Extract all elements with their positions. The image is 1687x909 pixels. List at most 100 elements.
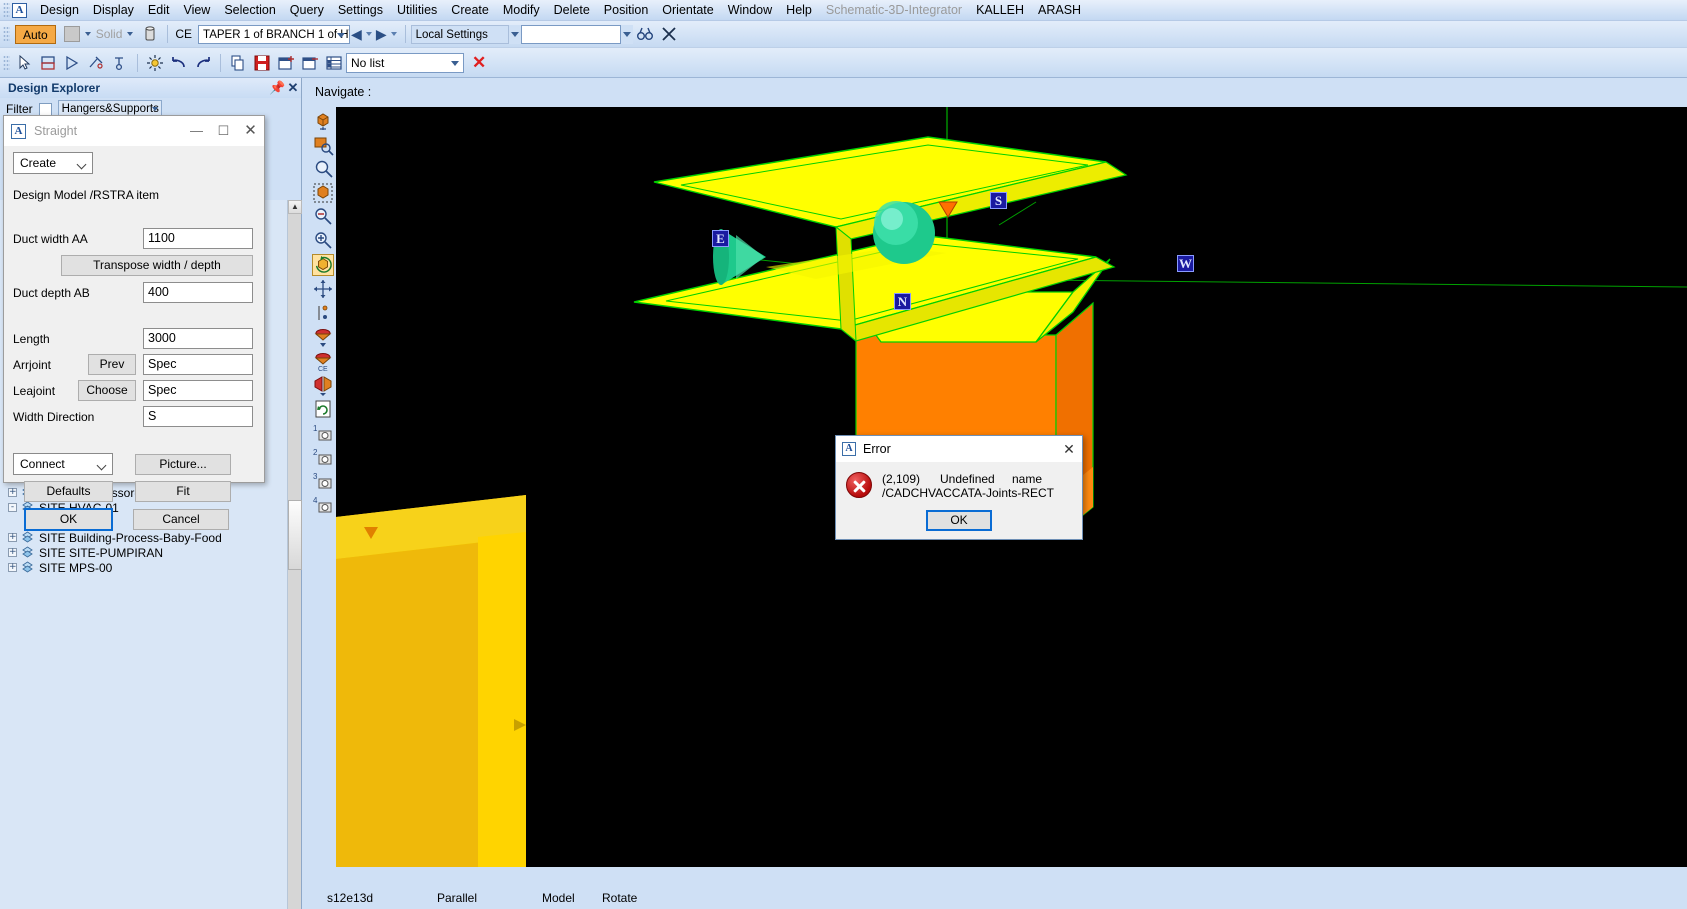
tree-item-label[interactable]: SITE Building-Process-Baby-Food (39, 531, 222, 545)
measure-icon[interactable] (111, 54, 129, 72)
menu-item-help[interactable]: Help (779, 1, 819, 19)
saved-view-2-icon[interactable]: 2 (312, 446, 334, 468)
menu-item-window[interactable]: Window (721, 1, 779, 19)
zoom-in-icon[interactable] (312, 230, 334, 252)
new-window-icon[interactable] (277, 54, 295, 72)
saved-view-4-icon[interactable]: 4 (312, 494, 334, 516)
menu-item-arash[interactable]: ARASH (1031, 1, 1088, 19)
list-grid-icon[interactable] (325, 54, 343, 72)
filter-checkbox[interactable] (38, 102, 52, 116)
auto-button[interactable]: Auto (15, 24, 56, 44)
look-towards-icon[interactable]: CE (312, 350, 334, 372)
menu-item-position[interactable]: Position (597, 1, 655, 19)
tree-item-label[interactable]: SITE MPS-00 (39, 561, 112, 575)
duct-depth-input[interactable]: 400 (143, 282, 253, 303)
menu-item-modify[interactable]: Modify (496, 1, 547, 19)
blank-combo[interactable] (520, 24, 621, 44)
color-dropdown-icon[interactable] (84, 32, 91, 36)
current-element-combo[interactable]: TAPER 1 of BRANCH 1 of HV (198, 24, 351, 44)
error-ok-button[interactable]: OK (926, 510, 992, 531)
nav-forward-dropdown-icon[interactable] (390, 32, 397, 36)
flip-view-icon[interactable] (312, 374, 334, 396)
fit-all-icon[interactable] (312, 182, 334, 204)
close-icon[interactable]: ✕ (285, 80, 301, 96)
menu-item-design[interactable]: Design (33, 1, 86, 19)
leajoint-choose-button[interactable]: Choose (78, 380, 136, 401)
settings-dropdown-button[interactable] (508, 24, 521, 44)
toolbar-grip-2[interactable] (3, 54, 10, 71)
copy-icon[interactable] (229, 54, 247, 72)
toolbar-grip-1[interactable] (3, 26, 10, 42)
width-direction-input[interactable]: S (143, 406, 253, 427)
menu-grip[interactable] (3, 2, 10, 18)
blank-dropdown-button[interactable] (620, 24, 633, 44)
leajoint-input[interactable]: Spec (143, 380, 253, 401)
close-button[interactable]: ✕ (1056, 441, 1082, 458)
menu-item-edit[interactable]: Edit (141, 1, 177, 19)
tree-row[interactable]: + SITE Building-Process-Baby-Food (0, 530, 288, 545)
menu-item-settings[interactable]: Settings (331, 1, 390, 19)
menu-item-kalleh[interactable]: KALLEH (969, 1, 1031, 19)
menu-item-view[interactable]: View (176, 1, 217, 19)
pin-icon[interactable]: 📌 (269, 80, 285, 96)
nav-back-button[interactable]: ◀ (351, 27, 362, 41)
binoculars-icon[interactable] (636, 25, 654, 43)
arrjoint-prev-button[interactable]: Prev (88, 354, 136, 375)
settings-combo[interactable]: Local Settings (410, 24, 509, 44)
nav-back-dropdown-icon[interactable] (365, 32, 372, 36)
split-view-icon[interactable] (39, 54, 57, 72)
menu-item-orientate[interactable]: Orientate (655, 1, 720, 19)
tree-expand-icon[interactable]: + (8, 563, 17, 572)
close-button[interactable]: ✕ (237, 116, 264, 146)
connect-select[interactable]: Connect (13, 453, 113, 475)
scrollbar-up-button[interactable]: ▲ (288, 200, 302, 214)
play-icon[interactable] (63, 54, 81, 72)
color-swatch-button[interactable] (63, 26, 80, 42)
defaults-button[interactable]: Defaults (24, 481, 113, 502)
tree-item-label[interactable]: SITE SITE-PUMPIRAN (39, 546, 163, 560)
pan-icon[interactable] (312, 278, 334, 300)
fit-button[interactable]: Fit (135, 481, 231, 502)
saved-view-3-icon[interactable]: 3 (312, 470, 334, 492)
straight-dialog-titlebar[interactable]: A Straight — ☐ ✕ (4, 116, 264, 146)
tree-row[interactable]: + SITE MPS-00 (0, 560, 288, 575)
tree-expand-icon[interactable]: + (8, 533, 17, 542)
picture-button[interactable]: Picture... (135, 453, 231, 475)
look-from-icon[interactable] (312, 326, 334, 348)
duct-width-input[interactable]: 1100 (143, 228, 253, 249)
minimize-button[interactable]: — (183, 116, 210, 146)
tree-expand-icon[interactable]: + (8, 548, 17, 557)
undo-icon[interactable] (170, 54, 188, 72)
close-ce-icon[interactable] (660, 25, 678, 43)
menu-item-schematic-3d-integrator[interactable]: Schematic-3D-Integrator (819, 1, 969, 19)
save-icon[interactable] (253, 54, 271, 72)
error-dialog-titlebar[interactable]: A Error ✕ (836, 436, 1082, 462)
zoom-out-icon[interactable] (312, 206, 334, 228)
pointer-icon[interactable] (15, 54, 33, 72)
solid-dropdown-icon[interactable] (127, 32, 134, 36)
scrollbar-thumb[interactable] (288, 500, 302, 570)
menu-item-utilities[interactable]: Utilities (390, 1, 444, 19)
refresh-view-icon[interactable] (312, 398, 334, 420)
tree-row[interactable]: + SITE SITE-PUMPIRAN (0, 545, 288, 560)
menu-item-delete[interactable]: Delete (547, 1, 597, 19)
list-combo[interactable]: No list (346, 52, 464, 73)
rotate-axis-icon[interactable] (312, 302, 334, 324)
tree-scrollbar[interactable]: ▲ ▼ (287, 200, 302, 909)
highlight-icon[interactable] (146, 54, 164, 72)
zoom-select-icon[interactable] (312, 158, 334, 180)
pick-point-icon[interactable] (87, 54, 105, 72)
nav-forward-button[interactable]: ▶ (376, 27, 387, 41)
maximize-button[interactable]: ☐ (210, 116, 237, 146)
saved-view-1-icon[interactable]: 1 (312, 422, 334, 444)
ok-button[interactable]: OK (24, 508, 113, 531)
mode-select[interactable]: Create (13, 152, 93, 174)
menu-item-display[interactable]: Display (86, 1, 141, 19)
walk-through-icon[interactable] (312, 110, 334, 132)
rotate-view-icon[interactable] (311, 254, 334, 276)
redo-icon[interactable] (194, 54, 212, 72)
length-input[interactable]: 3000 (143, 328, 253, 349)
transpose-button[interactable]: Transpose width / depth (61, 255, 253, 276)
trash-icon[interactable] (141, 25, 159, 43)
clear-list-icon[interactable]: ✕ (472, 54, 486, 71)
